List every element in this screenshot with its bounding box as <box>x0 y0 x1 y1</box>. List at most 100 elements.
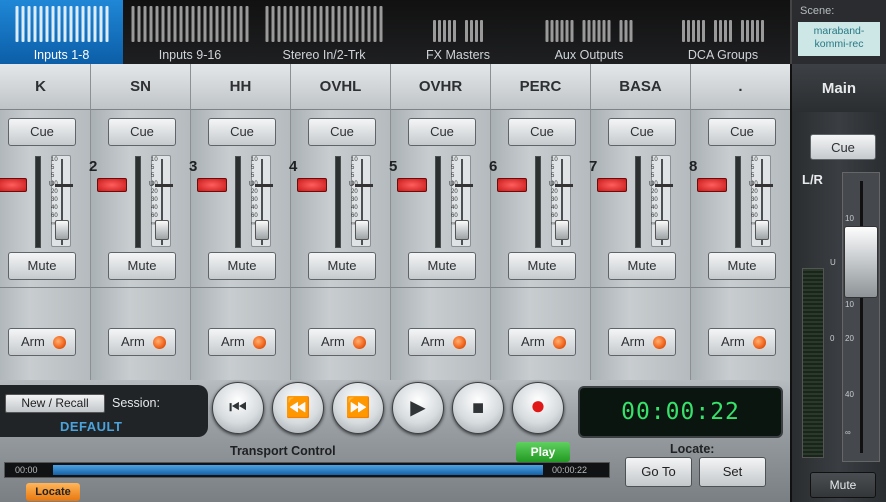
channel-strips: K Cue 1 10551020304060∞ U Mute Arm SN Cu… <box>0 64 790 380</box>
fader-scale-mark: 30 <box>251 197 258 203</box>
cue-button[interactable]: Cue <box>108 118 176 146</box>
mute-button[interactable]: Mute <box>608 252 676 280</box>
tab-fx-masters[interactable]: FX Masters <box>396 0 520 64</box>
locate-marker-flag[interactable]: Locate <box>26 483 80 501</box>
unity-line <box>55 184 73 187</box>
channel-strip: HH Cue 3 10551020304060∞ U Mute Arm <box>189 64 290 380</box>
channel-name[interactable]: OVHL <box>290 64 390 110</box>
mute-button[interactable]: Mute <box>708 252 776 280</box>
master-mute-button[interactable]: Mute <box>810 472 876 498</box>
cue-button[interactable]: Cue <box>8 118 76 146</box>
channel-name[interactable]: OVHR <box>390 64 490 110</box>
fader-knob[interactable] <box>655 220 669 240</box>
go-to-button[interactable]: Go To <box>625 457 692 487</box>
tab-stereo-in[interactable]: Stereo In/2-Trk <box>262 0 386 64</box>
tab-dca-groups[interactable]: DCA Groups <box>662 0 784 64</box>
rewind-button[interactable]: ⏪ <box>272 382 324 434</box>
arm-label: Arm <box>221 334 245 349</box>
fader-knob[interactable] <box>255 220 269 240</box>
channel-body: Cue 1 10551020304060∞ U Mute <box>0 110 90 288</box>
channel-name[interactable]: . <box>690 64 790 110</box>
play-button[interactable]: ▶ <box>392 382 444 434</box>
channel-name[interactable]: PERC <box>490 64 590 110</box>
channel-select-button[interactable] <box>397 178 427 192</box>
unity-line <box>455 184 473 187</box>
fast-forward-button[interactable]: ⏩ <box>332 382 384 434</box>
top-nav: Inputs 1-8 Inputs 9-16 Stereo In/2-Trk F… <box>0 0 790 64</box>
arm-button[interactable]: Arm <box>608 328 676 356</box>
cue-button[interactable]: Cue <box>608 118 676 146</box>
arm-button[interactable]: Arm <box>708 328 776 356</box>
cue-button[interactable]: Cue <box>208 118 276 146</box>
tab-inputs-1-8[interactable]: Inputs 1-8 <box>0 0 123 64</box>
channel-name[interactable]: HH <box>190 64 290 110</box>
transport-bar: New / Recall Session: DEFAULT ⏮ ⏪ ⏩ ▶ ■ … <box>0 380 790 502</box>
cue-button[interactable]: Cue <box>708 118 776 146</box>
fader-knob[interactable] <box>355 220 369 240</box>
mute-button[interactable]: Mute <box>408 252 476 280</box>
cue-button[interactable]: Cue <box>508 118 576 146</box>
mute-button[interactable]: Mute <box>108 252 176 280</box>
master-cue-button[interactable]: Cue <box>810 134 876 160</box>
channel-select-button[interactable] <box>197 178 227 192</box>
mute-button[interactable]: Mute <box>8 252 76 280</box>
timeline-scrubber[interactable]: 00:00 00:00:22 <box>4 462 610 478</box>
new-recall-button[interactable]: New / Recall <box>5 394 105 413</box>
channel-meter <box>535 156 541 248</box>
mute-button[interactable]: Mute <box>508 252 576 280</box>
record-button[interactable]: ● <box>512 382 564 434</box>
fader-scale-mark: 30 <box>651 197 658 203</box>
channel-select-button[interactable] <box>0 178 27 192</box>
unity-mark: U <box>449 181 455 188</box>
master-meter-zero: 0 <box>830 334 835 343</box>
tab-aux-outputs[interactable]: Aux Outputs <box>528 0 650 64</box>
channel-select-button[interactable] <box>497 178 527 192</box>
arm-area: Arm <box>290 288 390 380</box>
tab-label: FX Masters <box>426 48 490 62</box>
arm-led-icon <box>253 336 266 349</box>
cue-button[interactable]: Cue <box>408 118 476 146</box>
channel-name[interactable]: BASA <box>590 64 690 110</box>
locate-label: Locate: <box>670 442 715 456</box>
channel-select-button[interactable] <box>597 178 627 192</box>
master-title: Main <box>792 64 886 112</box>
fader-knob[interactable] <box>755 220 769 240</box>
arm-button[interactable]: Arm <box>208 328 276 356</box>
fader-scale-mark: 60 <box>751 213 758 219</box>
arm-button[interactable]: Arm <box>8 328 76 356</box>
arm-button[interactable]: Arm <box>508 328 576 356</box>
fader-scale: 10551020304060∞ <box>651 156 658 228</box>
scene-name: maraband-kommi-rec <box>798 22 880 56</box>
fader-scale-mark: 60 <box>251 213 258 219</box>
unity-line <box>355 184 373 187</box>
fader-scale-mark: 5 <box>351 165 355 171</box>
fader-knob[interactable] <box>455 220 469 240</box>
channel-select-button[interactable] <box>97 178 127 192</box>
fader-knob[interactable] <box>55 220 69 240</box>
fader-scale-mark: 60 <box>151 213 158 219</box>
fader-knob[interactable] <box>155 220 169 240</box>
fader-scale: 10551020304060∞ <box>151 156 158 228</box>
rewind-to-start-button[interactable]: ⏮ <box>212 382 264 434</box>
mute-button[interactable]: Mute <box>308 252 376 280</box>
stop-button[interactable]: ■ <box>452 382 504 434</box>
mute-button[interactable]: Mute <box>208 252 276 280</box>
channel-select-button[interactable] <box>297 178 327 192</box>
arm-button[interactable]: Arm <box>108 328 176 356</box>
scene-panel[interactable]: Scene: maraband-kommi-rec <box>790 0 886 64</box>
channel-bars-icon <box>265 6 383 42</box>
channel-select-button[interactable] <box>697 178 727 192</box>
channel-name[interactable]: SN <box>90 64 190 110</box>
master-lr-label: L/R <box>802 172 823 187</box>
master-fader-knob[interactable] <box>844 226 878 298</box>
arm-button[interactable]: Arm <box>308 328 376 356</box>
arm-button[interactable]: Arm <box>408 328 476 356</box>
cue-button[interactable]: Cue <box>308 118 376 146</box>
tab-inputs-9-16[interactable]: Inputs 9-16 <box>128 0 252 64</box>
fader-scale-mark: 30 <box>551 197 558 203</box>
set-button[interactable]: Set <box>699 457 766 487</box>
play-marker-flag[interactable]: Play <box>516 442 570 462</box>
arm-led-icon <box>453 336 466 349</box>
channel-name[interactable]: K <box>0 64 90 110</box>
fader-knob[interactable] <box>555 220 569 240</box>
